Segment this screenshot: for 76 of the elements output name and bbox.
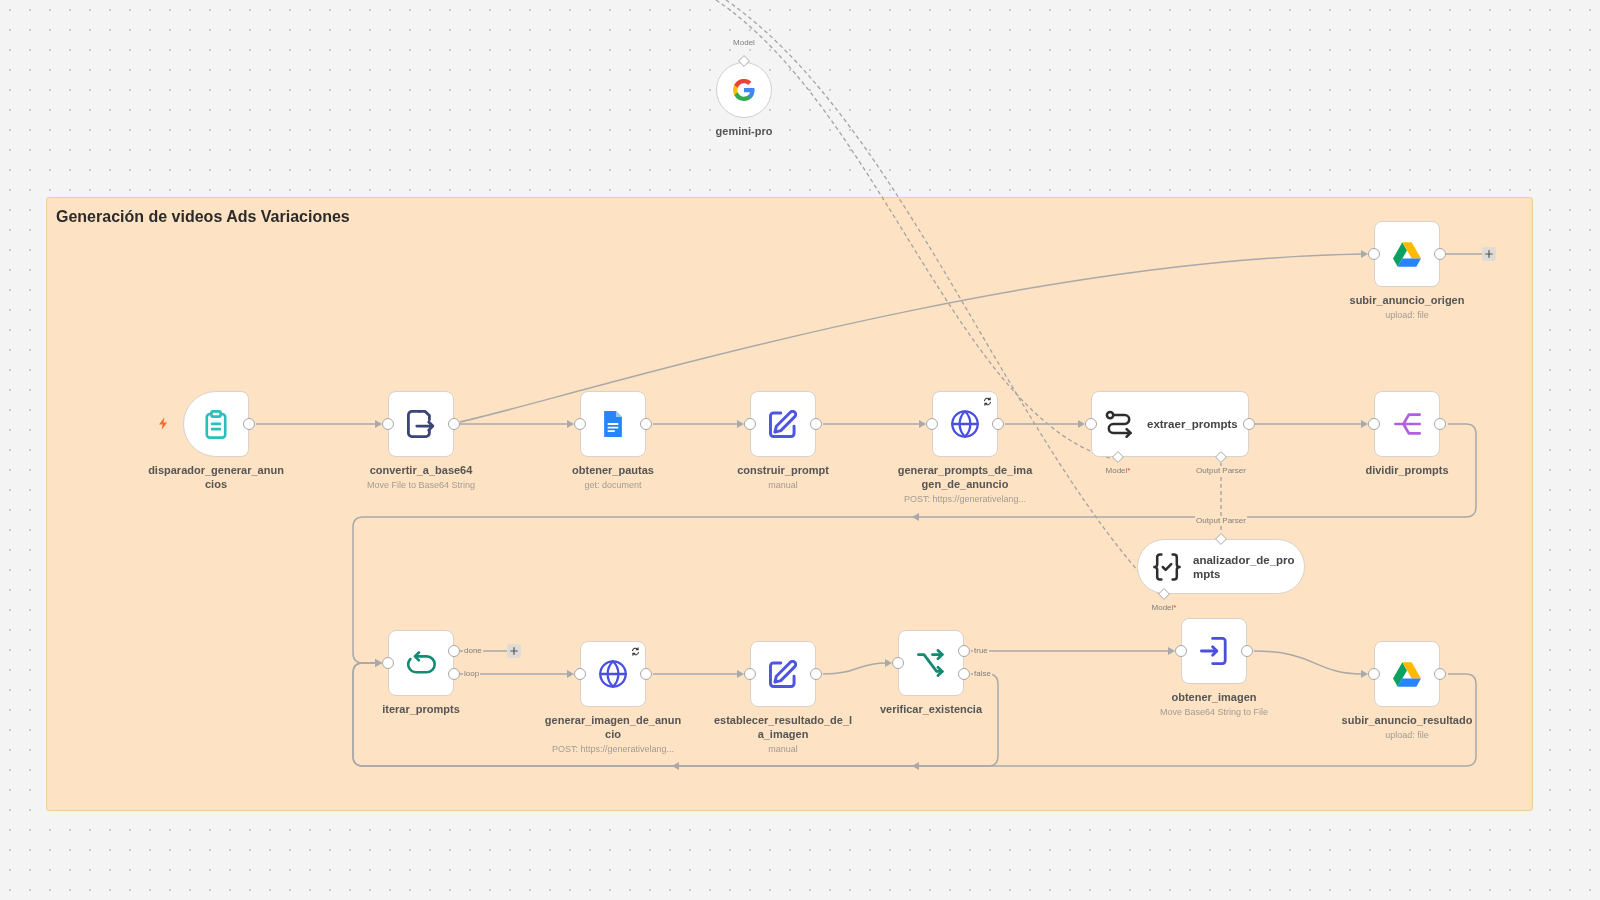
node-subtitle: upload: file	[1385, 309, 1429, 321]
node-subtitle: Move File to Base64 String	[366, 479, 476, 491]
fork-icon	[1393, 413, 1421, 435]
workflow-node[interactable]	[750, 641, 816, 707]
workflow-node[interactable]	[1374, 641, 1440, 707]
node-title: disparador_generar_anuncios	[147, 463, 285, 491]
workflow-node[interactable]	[898, 630, 964, 696]
pencil-square-icon	[769, 660, 797, 688]
model-node[interactable]	[716, 62, 772, 118]
add-node-button[interactable]	[507, 644, 521, 658]
node-subtitle: manual	[768, 743, 798, 755]
node-title: analizador_de_prompts	[1193, 552, 1296, 581]
node-title: subir_anuncio_origen	[1349, 293, 1465, 307]
plus-icon	[1485, 250, 1493, 258]
lightning-icon	[159, 417, 168, 430]
winding-arrow-icon	[1105, 410, 1133, 438]
node-title: obtener_pautas	[572, 463, 654, 477]
node-title: iterar_prompts	[382, 702, 460, 716]
node-subtitle: manual	[768, 479, 798, 491]
node-title: construir_prompt	[737, 463, 829, 477]
node-title: verificar_existencia	[879, 702, 983, 716]
node-title: gemini-pro	[715, 124, 773, 138]
node-title: establecer_resultado_de_la_imagen	[713, 713, 853, 741]
node-title: convertir_a_base64	[369, 463, 473, 477]
node-title: generar_prompts_de_imagen_de_anuncio	[896, 463, 1034, 491]
pencil-square-icon	[769, 410, 797, 438]
connector-handle[interactable]	[738, 55, 750, 67]
node-subtitle: upload: file	[1385, 729, 1429, 741]
g-logo-icon	[733, 79, 755, 101]
workflow-node[interactable]	[750, 391, 816, 457]
output-label: false	[973, 669, 992, 679]
workflow-node[interactable]	[580, 391, 646, 457]
output-label: true	[973, 646, 989, 656]
node-subtitle: get: document	[584, 479, 642, 491]
node-subtitle: Move Base64 String to File	[1159, 706, 1269, 718]
connector-handle[interactable]	[1215, 451, 1227, 463]
plus-icon	[510, 647, 518, 655]
output-label: loop	[463, 669, 481, 679]
globe-icon	[599, 660, 627, 688]
workflow-node[interactable]	[1374, 391, 1440, 457]
connector-handle[interactable]	[1158, 588, 1170, 600]
workflow-node[interactable]	[1181, 618, 1247, 684]
node-title: generar_imagen_de_anuncio	[543, 713, 683, 741]
workflow-node[interactable]: extraer_prompts	[1091, 391, 1249, 457]
workflow-node[interactable]	[388, 630, 454, 696]
stub-line	[1445, 253, 1483, 255]
add-node-button[interactable]	[1482, 247, 1496, 261]
branch-arrows-icon	[917, 649, 945, 677]
clipboard-icon	[204, 409, 228, 439]
parser-node[interactable]: analizador_de_prompts	[1137, 539, 1305, 594]
node-subtitle: POST: https://generativelang...	[551, 743, 675, 755]
document-icon	[604, 411, 622, 437]
node-title: dividir_prompts	[1365, 463, 1449, 477]
note-title: Generación de videos Ads Variaciones	[56, 207, 350, 227]
loop-arrow-icon	[406, 651, 436, 675]
connector-handle[interactable]	[1112, 451, 1124, 463]
port-label: Model*	[1104, 466, 1132, 476]
triangle-logo-icon	[1393, 241, 1421, 267]
port-label: Output Parser	[1195, 516, 1247, 526]
file-arrow-icon	[407, 410, 435, 438]
workflow-node[interactable]	[932, 391, 998, 457]
node-title: extraer_prompts	[1147, 417, 1238, 431]
node-title: subir_anuncio_resultado	[1341, 713, 1473, 727]
node-subtitle: POST: https://generativelang...	[903, 493, 1027, 505]
output-label: done	[463, 646, 483, 656]
braces-check-icon	[1153, 552, 1181, 581]
connector-handle[interactable]	[1215, 533, 1227, 545]
workflow-node[interactable]	[1374, 221, 1440, 287]
port-label: Model	[732, 38, 756, 48]
workflow-node[interactable]	[580, 641, 646, 707]
triangle-logo-icon	[1393, 661, 1421, 687]
node-title: obtener_imagen	[1171, 690, 1257, 704]
workflow-node[interactable]	[388, 391, 454, 457]
port-label: Model*	[1150, 603, 1178, 613]
globe-icon	[951, 410, 979, 438]
port-label: Output Parser	[1195, 466, 1247, 476]
